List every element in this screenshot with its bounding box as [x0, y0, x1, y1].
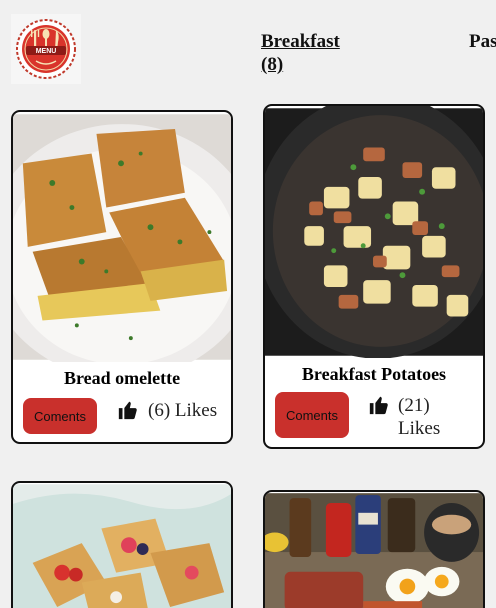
- pastries-photo[interactable]: [13, 483, 231, 608]
- recipe-card-full-breakfast: [263, 490, 485, 608]
- recipe-card-pastries: [11, 481, 233, 608]
- comments-button[interactable]: Coments: [275, 392, 349, 438]
- recipes-page: MENU Breakfast (8) Pasta Brea: [0, 0, 496, 608]
- nav-pasta-link[interactable]: Pasta: [469, 30, 496, 53]
- likes-count: (21) Likes: [398, 394, 458, 440]
- thumbs-up-icon[interactable]: [368, 394, 390, 416]
- svg-text:MENU: MENU: [36, 48, 57, 55]
- full-breakfast-photo[interactable]: [265, 492, 483, 608]
- recipe-card-breakfast-potatoes: Breakfast Potatoes Coments (21) Likes: [263, 104, 485, 449]
- likes-count: (6) Likes: [148, 399, 217, 422]
- bread-omelette-photo[interactable]: [13, 112, 231, 362]
- recipe-card-bread-omelette: Bread omelette Coments (6) Likes: [11, 110, 233, 444]
- likes-label: Likes: [174, 400, 218, 421]
- menu-logo-icon: MENU: [16, 19, 76, 79]
- likes-label: Likes: [398, 418, 441, 439]
- likes-number: (6): [148, 400, 171, 421]
- site-logo[interactable]: MENU: [11, 14, 81, 84]
- recipe-title[interactable]: Breakfast Potatoes: [265, 363, 483, 385]
- breakfast-potatoes-photo[interactable]: [265, 106, 483, 358]
- likes-number: (21): [398, 395, 430, 416]
- nav-breakfast-link[interactable]: Breakfast (8): [261, 30, 361, 76]
- recipe-title[interactable]: Bread omelette: [13, 367, 231, 389]
- comments-button[interactable]: Coments: [23, 398, 97, 434]
- thumbs-up-icon[interactable]: [117, 399, 139, 421]
